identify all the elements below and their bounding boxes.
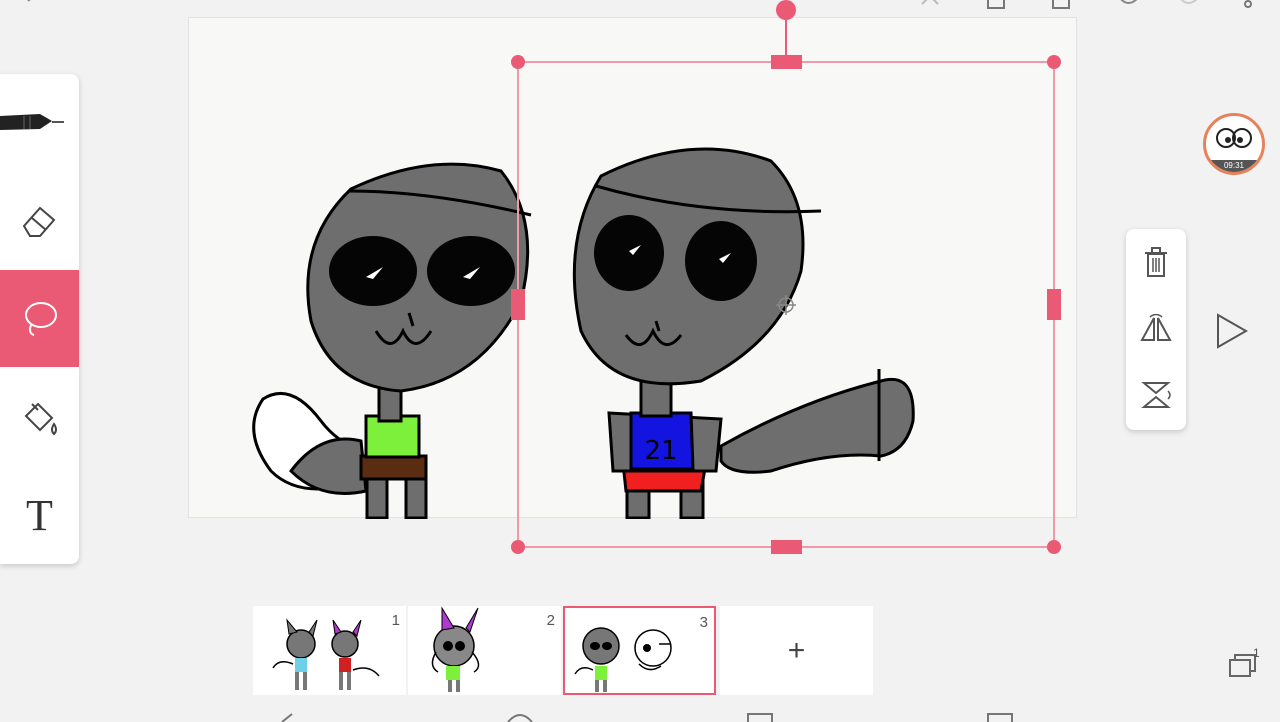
delete-icon	[1145, 247, 1167, 277]
character-right: 21	[572, 147, 915, 519]
copy-icon[interactable]	[985, 0, 1009, 12]
jersey-number: 21	[644, 436, 677, 466]
tool-eraser[interactable]	[0, 171, 79, 268]
nav-recent-icon[interactable]	[746, 712, 774, 722]
redo-icon[interactable]	[1176, 0, 1202, 12]
back-icon[interactable]	[20, 0, 44, 14]
tool-lasso[interactable]	[0, 270, 79, 367]
undo-icon[interactable]	[1116, 0, 1142, 12]
frame-2-preview	[431, 606, 480, 692]
pen-icon	[0, 114, 64, 130]
frame-1-preview	[272, 618, 380, 690]
frame-number: 1	[391, 612, 400, 629]
selection-menu	[1126, 229, 1186, 430]
layers-count: 1	[1253, 646, 1260, 660]
timer-label: 09:31	[1206, 160, 1262, 172]
lasso-icon	[24, 301, 57, 336]
eraser-icon	[22, 206, 55, 237]
frame-thumbnail[interactable]: 3	[563, 606, 716, 695]
paint-bucket-icon	[24, 402, 57, 435]
add-icon: +	[787, 633, 806, 667]
frame-thumbnail[interactable]: 2	[408, 606, 561, 695]
flip-horizontal-icon	[1140, 314, 1172, 341]
drawing-canvas[interactable]: 21	[188, 17, 1077, 519]
flip-vertical-icon	[1141, 382, 1171, 408]
paste-icon[interactable]	[1050, 0, 1074, 12]
nav-back-icon[interactable]	[278, 712, 298, 722]
frame-thumbnail[interactable]: 1	[253, 606, 406, 695]
tool-text[interactable]: T	[0, 467, 79, 564]
frame-number: 3	[699, 614, 708, 631]
edge-handle-bottom[interactable]	[771, 540, 802, 554]
add-frame-button[interactable]: +	[720, 606, 873, 695]
tool-panel: T	[0, 74, 79, 564]
tool-pen[interactable]	[0, 74, 79, 171]
more-icon[interactable]	[1240, 0, 1256, 12]
play-icon[interactable]	[1213, 312, 1251, 350]
frame-3-preview	[574, 627, 672, 692]
eraser-small-icon[interactable]	[920, 0, 944, 12]
nav-screenshot-icon[interactable]	[986, 712, 1014, 722]
canvas-artwork: 21	[252, 147, 915, 519]
character-left	[252, 162, 532, 519]
layers-button[interactable]: 1	[1226, 646, 1262, 680]
timer-avatar[interactable]: 09:31	[1203, 113, 1265, 175]
text-icon: T	[26, 491, 53, 540]
frame-number: 2	[546, 612, 555, 629]
nav-home-icon[interactable]	[506, 712, 534, 722]
flip-vertical-button[interactable]	[1126, 365, 1186, 425]
delete-button[interactable]	[1126, 232, 1186, 292]
corner-handle-bottom-right[interactable]	[1047, 540, 1061, 554]
flip-horizontal-button[interactable]	[1126, 299, 1186, 359]
corner-handle-bottom-left[interactable]	[511, 540, 525, 554]
frames-strip: 1 2 3 +	[253, 606, 873, 695]
tool-fill[interactable]	[0, 369, 79, 466]
